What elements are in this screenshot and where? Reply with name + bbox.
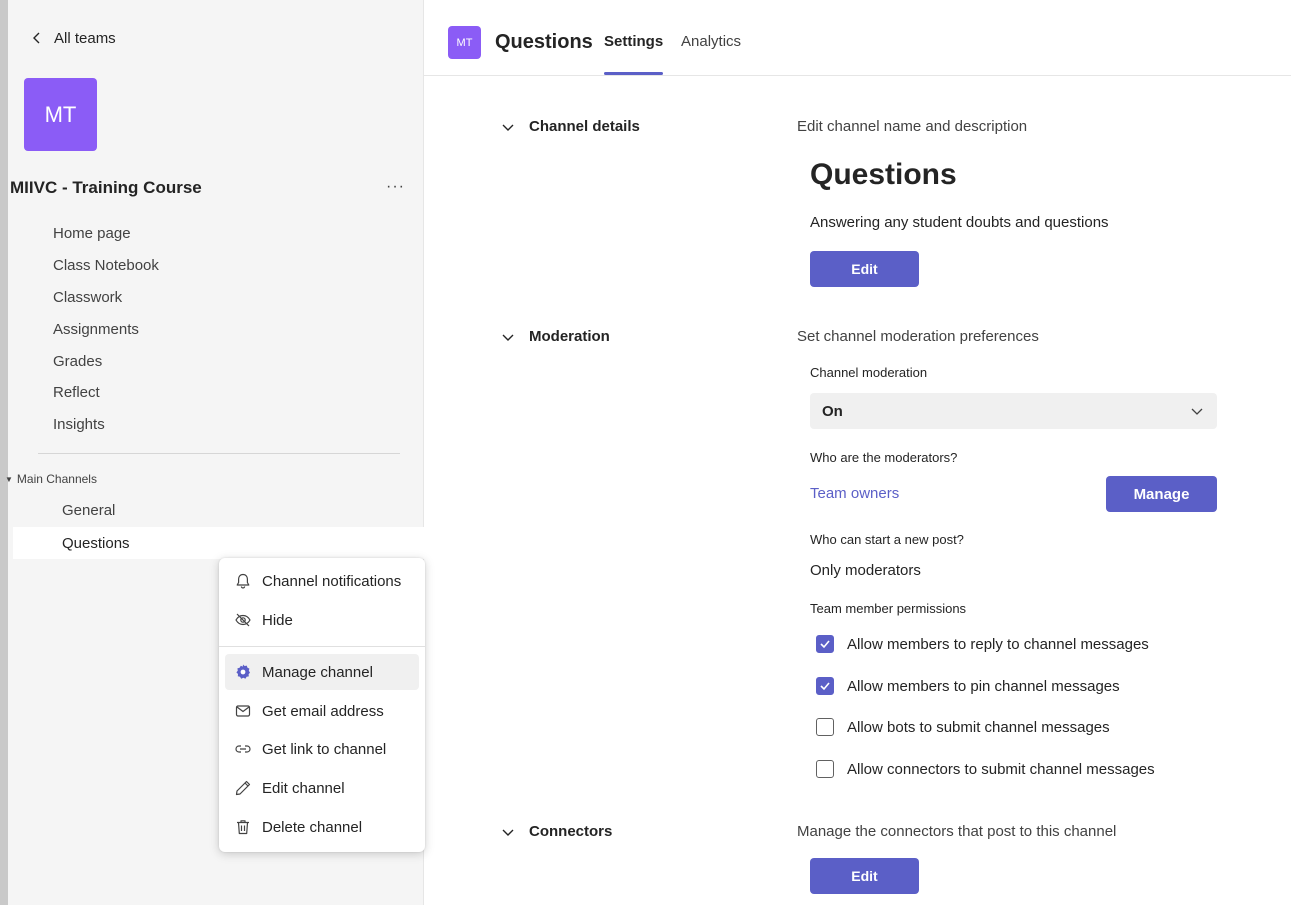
channels-section-label: Main Channels <box>16 472 97 486</box>
channel-title: Questions <box>495 31 593 53</box>
menu-item-edit-channel[interactable]: Edit channel <box>225 770 419 806</box>
nav-item-assignments[interactable]: Assignments <box>53 313 159 345</box>
connectors-description: Manage the connectors that post to this … <box>797 823 1117 840</box>
menu-item-label: Delete channel <box>262 818 363 836</box>
channel-name: Questions <box>810 158 957 191</box>
window-edge <box>0 0 8 905</box>
link-icon <box>235 745 251 753</box>
menu-item-label: Get link to channel <box>262 740 387 758</box>
channel-header: MT Questions Settings Analytics <box>424 0 1291 76</box>
caret-down-icon: ▼ <box>5 474 13 484</box>
connectors-toggle[interactable]: Connectors <box>501 823 612 840</box>
back-to-all-teams[interactable]: All teams <box>30 24 116 52</box>
channel-moderation-label: Channel moderation <box>810 365 928 380</box>
pencil-icon <box>235 780 251 796</box>
gear-icon <box>236 664 250 679</box>
menu-item-label: Get email address <box>262 702 384 720</box>
tab-settings[interactable]: Settings <box>604 33 663 50</box>
section-heading: Channel details <box>529 118 640 135</box>
permissions-label: Team member permissions <box>810 601 967 616</box>
section-heading: Moderation <box>529 328 610 345</box>
menu-item-label: Channel notifications <box>262 572 402 590</box>
nav-item-home-page[interactable]: Home page <box>53 218 159 250</box>
mail-icon <box>235 705 251 717</box>
nav-item-grades[interactable]: Grades <box>53 345 159 377</box>
checkbox-unchecked[interactable] <box>816 718 834 736</box>
menu-item-label: Manage channel <box>262 663 373 681</box>
team-nav: Home page Class Notebook Classwork Assig… <box>53 218 159 441</box>
chevron-down-icon <box>502 334 514 341</box>
menu-separator <box>219 646 425 647</box>
menu-item-label: Hide <box>262 611 293 629</box>
channel-settings-pane: MT Questions Settings Analytics Channel … <box>424 0 1291 905</box>
checkbox-label: Allow members to reply to channel messag… <box>847 635 1149 653</box>
permission-connectors-checkbox[interactable]: Allow connectors to submit channel messa… <box>816 760 1155 778</box>
moderators-label: Who are the moderators? <box>810 450 958 465</box>
chevron-left-icon <box>33 32 40 44</box>
nav-item-class-notebook[interactable]: Class Notebook <box>53 250 159 282</box>
menu-item-delete-channel[interactable]: Delete channel <box>225 809 419 845</box>
channel-item-general[interactable]: General <box>13 494 431 526</box>
channel-context-menu: Channel notifications Hide Manage channe… <box>219 558 425 852</box>
menu-item-hide[interactable]: Hide <box>225 602 419 638</box>
bell-icon <box>236 573 250 589</box>
checkmark-icon <box>820 640 830 649</box>
permission-bots-checkbox[interactable]: Allow bots to submit channel messages <box>816 718 1110 736</box>
menu-item-label: Edit channel <box>262 779 345 797</box>
checkmark-icon <box>820 682 830 691</box>
nav-item-reflect[interactable]: Reflect <box>53 377 159 409</box>
edit-channel-button[interactable]: Edit <box>810 251 919 287</box>
channels-section-toggle[interactable]: ▼ Main Channels <box>5 472 97 486</box>
moderation-toggle[interactable]: Moderation <box>501 328 610 345</box>
menu-item-get-link-to-channel[interactable]: Get link to channel <box>225 731 419 767</box>
permission-pin-checkbox[interactable]: Allow members to pin channel messages <box>816 677 1120 695</box>
trash-icon <box>237 820 249 835</box>
manage-moderators-button[interactable]: Manage <box>1106 476 1217 512</box>
teams-app: All teams MT MIIVC - Training Course ···… <box>0 0 1291 905</box>
team-name: MIIVC - Training Course <box>10 178 202 197</box>
moderation-description: Set channel moderation preferences <box>797 328 1039 345</box>
checkbox-label: Allow connectors to submit channel messa… <box>847 760 1155 778</box>
tab-analytics[interactable]: Analytics <box>681 33 741 50</box>
new-post-value: Only moderators <box>810 562 921 579</box>
edit-connectors-button[interactable]: Edit <box>810 858 919 894</box>
chevron-down-icon <box>502 829 514 836</box>
checkbox-checked[interactable] <box>816 635 834 653</box>
section-heading: Connectors <box>529 823 613 840</box>
chevron-down-icon <box>502 124 514 131</box>
eye-off-icon <box>235 613 251 627</box>
back-label: All teams <box>54 29 116 47</box>
nav-item-insights[interactable]: Insights <box>53 409 159 441</box>
checkbox-label: Allow members to pin channel messages <box>847 677 1120 695</box>
checkbox-label: Allow bots to submit channel messages <box>847 718 1110 736</box>
chevron-down-icon <box>1191 408 1203 415</box>
menu-item-manage-channel[interactable]: Manage channel <box>225 654 419 690</box>
checkbox-checked[interactable] <box>816 677 834 695</box>
channel-description: Answering any student doubts and questio… <box>810 214 1109 231</box>
team-avatar[interactable]: MT <box>24 78 97 151</box>
checkbox-unchecked[interactable] <box>816 760 834 778</box>
channel-item-questions[interactable]: Questions <box>13 527 431 559</box>
team-more-options-button[interactable]: ··· <box>386 178 405 196</box>
channel-moderation-dropdown[interactable]: On <box>810 393 1217 429</box>
menu-item-get-email-address[interactable]: Get email address <box>225 693 419 729</box>
dropdown-value: On <box>822 402 843 420</box>
team-owners-link[interactable]: Team owners <box>810 485 899 502</box>
channel-details-description: Edit channel name and description <box>797 118 1028 135</box>
menu-item-channel-notifications[interactable]: Channel notifications <box>225 563 419 599</box>
permission-reply-checkbox[interactable]: Allow members to reply to channel messag… <box>816 635 1149 653</box>
channel-details-toggle[interactable]: Channel details <box>501 118 640 135</box>
sidebar-divider <box>38 453 400 454</box>
new-post-label: Who can start a new post? <box>810 532 964 547</box>
nav-item-classwork[interactable]: Classwork <box>53 282 159 314</box>
active-tab-indicator <box>604 72 663 75</box>
channel-avatar: MT <box>448 26 481 59</box>
